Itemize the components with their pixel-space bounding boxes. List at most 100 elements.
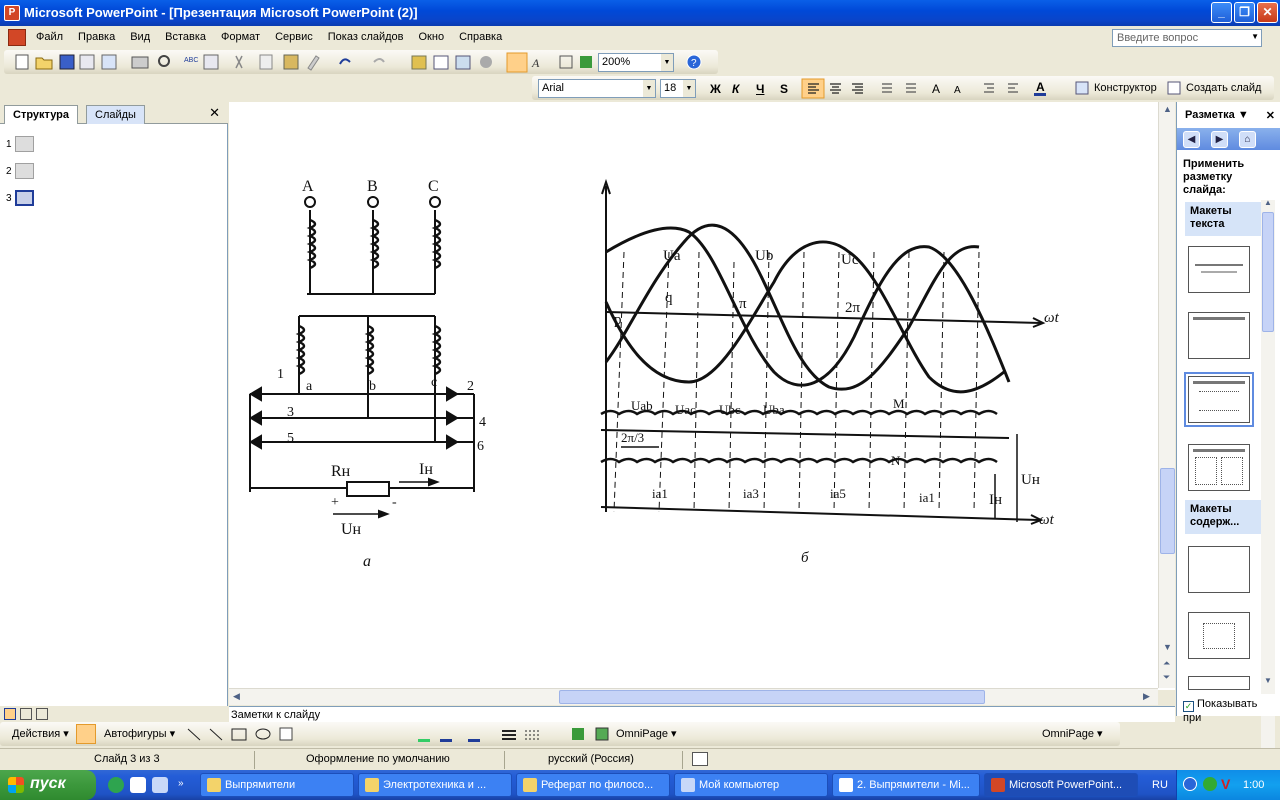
slideshow-icon[interactable]: [36, 708, 48, 720]
scroll-down-icon[interactable]: ▼: [1163, 642, 1172, 652]
menu-file[interactable]: Файл: [36, 31, 63, 43]
forward-icon[interactable]: ▶: [1211, 131, 1228, 148]
omnipage-label: OmniPage: [616, 728, 668, 740]
actions-menu[interactable]: Действия ▾: [12, 727, 69, 740]
slide-thumb-1[interactable]: 1: [6, 136, 34, 152]
slide-thumb-3[interactable]: 3: [6, 190, 34, 206]
scroll-up-icon[interactable]: ▲: [1163, 104, 1172, 114]
show-on-insert-option[interactable]: ✓ Показывать при: [1177, 694, 1280, 724]
bold-button[interactable]: Ж: [710, 82, 721, 96]
menu-format[interactable]: Формат: [221, 31, 260, 43]
close-icon[interactable]: ✕: [1266, 109, 1275, 122]
ia1-end-label: ia1: [919, 490, 935, 505]
task-folder-1[interactable]: Выпрямители: [200, 773, 354, 797]
spellcheck-icon[interactable]: [692, 752, 708, 766]
slide-thumb-2[interactable]: 2: [6, 163, 34, 179]
next-slide-icon[interactable]: ⏷: [1163, 672, 1170, 683]
layout-title-slide[interactable]: [1188, 246, 1250, 293]
layout-title-only[interactable]: [1188, 312, 1250, 359]
new-slide-button[interactable]: Создать слайд: [1186, 82, 1261, 94]
chevron-down-icon[interactable]: ▼: [1238, 109, 1249, 121]
slide-thumbnail[interactable]: [14, 163, 34, 179]
scroll-up-icon[interactable]: ▲: [1264, 198, 1272, 207]
layout-content[interactable]: [1188, 612, 1250, 659]
utorrent-icon[interactable]: [108, 777, 124, 793]
horizontal-scrollbar[interactable]: ◀ ▶: [229, 688, 1158, 705]
prev-slide-icon[interactable]: ⏶: [1163, 658, 1170, 669]
start-button[interactable]: пуск: [0, 770, 96, 800]
scroll-left-icon[interactable]: ◀: [233, 691, 240, 702]
chevron-down-icon[interactable]: ▼: [643, 80, 655, 97]
task-my-computer[interactable]: Мой компьютер: [674, 773, 828, 797]
home-icon[interactable]: ⌂: [1239, 131, 1256, 148]
tray-arrow-icon[interactable]: [1183, 777, 1197, 791]
scroll-down-icon[interactable]: ▼: [1264, 676, 1272, 685]
task-folder-3[interactable]: Реферат по филосо...: [516, 773, 670, 797]
normal-view-icon[interactable]: [4, 708, 16, 720]
copy-icon: [259, 54, 273, 70]
menu-insert[interactable]: Вставка: [165, 31, 206, 43]
layout-two-columns[interactable]: [1188, 444, 1250, 491]
underline-button[interactable]: Ч: [756, 82, 764, 96]
menu-slideshow[interactable]: Показ слайдов: [328, 31, 404, 43]
menu-tools[interactable]: Сервис: [275, 31, 313, 43]
vertical-scrollbar[interactable]: ▲ ▼ ⏶ ⏷: [1158, 102, 1175, 688]
maximize-button[interactable]: ❐: [1234, 2, 1255, 23]
tab-slides[interactable]: Слайды: [86, 105, 145, 124]
antivirus-icon[interactable]: V: [1221, 776, 1230, 792]
slide-sorter-icon[interactable]: [20, 708, 32, 720]
menu-view[interactable]: Вид: [130, 31, 150, 43]
close-button[interactable]: ✕: [1257, 2, 1278, 23]
quicklaunch-chevron-icon[interactable]: »: [178, 778, 184, 789]
font-select[interactable]: Arial ▼: [538, 79, 656, 98]
menu-help[interactable]: Справка: [459, 31, 502, 43]
task-powerpoint[interactable]: Microsoft PowerPoint...: [984, 773, 1138, 797]
help-search-input[interactable]: Введите вопрос ▼: [1112, 29, 1262, 47]
clock[interactable]: 1:00: [1243, 779, 1264, 791]
tray-app-icon[interactable]: [1203, 777, 1217, 791]
notes-pane[interactable]: Заметки к слайду: [229, 706, 1175, 722]
powerpoint-icon[interactable]: P: [4, 5, 20, 21]
scroll-thumb[interactable]: [1262, 212, 1274, 332]
chevron-down-icon[interactable]: ▼: [661, 54, 673, 71]
zoom-select[interactable]: 200% ▼: [598, 53, 674, 72]
task-word[interactable]: 2. Выпрямители - Mi...: [832, 773, 980, 797]
minimize-button[interactable]: _: [1211, 2, 1232, 23]
chevron-down-icon[interactable]: ▼: [683, 80, 695, 97]
tab-outline[interactable]: Структура: [4, 105, 78, 124]
svg-text:ABC: ABC: [184, 57, 198, 64]
show-on-insert-checkbox[interactable]: ✓: [1183, 701, 1194, 712]
scroll-thumb[interactable]: [1160, 468, 1175, 554]
document-icon[interactable]: [8, 29, 26, 46]
task-pane-title[interactable]: Разметка ▼ ✕: [1177, 102, 1280, 126]
desktop-icon[interactable]: [152, 777, 168, 793]
layout-blank[interactable]: [1188, 546, 1250, 593]
layout-title-text[interactable]: [1184, 372, 1254, 427]
slide-thumbnail[interactable]: [14, 190, 34, 206]
scroll-right-icon[interactable]: ▶: [1143, 691, 1150, 702]
autoshapes-menu[interactable]: Автофигуры ▾: [104, 727, 175, 740]
select-pointer-icon[interactable]: [76, 724, 96, 744]
close-icon[interactable]: ✕: [209, 105, 220, 121]
slide-canvas[interactable]: A B C a b c 1 2 3 4 5 6 Rн Iн + - Uн а U…: [229, 102, 1175, 690]
abbyy-icon[interactable]: [130, 777, 146, 793]
scroll-thumb[interactable]: [559, 690, 985, 704]
menu-edit[interactable]: Правка: [78, 31, 115, 43]
diode-2-label: 2: [467, 379, 474, 394]
slide-thumbnail[interactable]: [14, 136, 34, 152]
tables-borders-icon: [455, 55, 471, 70]
font-size-select[interactable]: 18 ▼: [660, 79, 696, 98]
task-label: 2. Выпрямители - Mi...: [857, 779, 970, 791]
italic-button[interactable]: К: [732, 82, 739, 96]
omnipage-menu-1[interactable]: OmniPage ▾: [616, 727, 677, 740]
chevron-down-icon[interactable]: ▼: [1251, 32, 1259, 41]
language-indicator[interactable]: RU: [1152, 779, 1168, 791]
designer-button[interactable]: Конструктор: [1094, 82, 1157, 94]
layout-content-partial[interactable]: [1188, 676, 1250, 690]
task-folder-2[interactable]: Электротехника и ...: [358, 773, 512, 797]
shadow-button[interactable]: S: [780, 82, 788, 96]
omnipage-menu-2[interactable]: OmniPage ▾: [1042, 727, 1103, 740]
menu-window[interactable]: Окно: [419, 31, 445, 43]
back-icon[interactable]: ◀: [1183, 131, 1200, 148]
slide-counter: Слайд 3 из 3: [94, 753, 160, 765]
